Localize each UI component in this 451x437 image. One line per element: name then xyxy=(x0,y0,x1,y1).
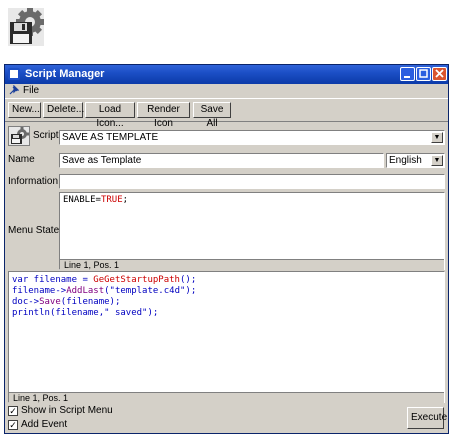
script-manager-window: Script Manager File New... Delete... Loa… xyxy=(4,64,449,434)
script-small-icon[interactable] xyxy=(8,126,30,146)
name-input[interactable]: Save as Template xyxy=(59,153,384,168)
minimize-icon xyxy=(404,76,410,78)
maximize-button[interactable] xyxy=(416,67,431,81)
code-line: filename->AddLast("template.c4d"); xyxy=(12,286,197,296)
delete-button[interactable]: Delete... xyxy=(43,102,84,118)
script-dropdown-value: SAVE AS TEMPLATE xyxy=(62,132,159,143)
code-line: doc->Save(filename); xyxy=(12,297,121,307)
code-value: TRUE xyxy=(100,195,123,205)
close-icon xyxy=(435,69,444,78)
menu-state-label: Menu State xyxy=(8,225,60,236)
pin-icon[interactable] xyxy=(9,85,19,95)
new-button[interactable]: New... xyxy=(8,102,41,118)
close-button[interactable] xyxy=(432,67,447,81)
editor-status: Line 1, Pos. 1 xyxy=(9,392,444,403)
information-label: Information xyxy=(8,176,59,187)
code-ident: ENABLE= xyxy=(63,195,101,205)
load-icon-button[interactable]: Load Icon... xyxy=(85,102,135,129)
language-dropdown[interactable]: English ▼ xyxy=(386,153,445,168)
add-event-label: Add Event xyxy=(21,419,68,430)
window-app-icon xyxy=(8,68,20,80)
window-title: Script Manager xyxy=(25,68,105,80)
name-label: Name xyxy=(8,154,35,165)
minimize-button[interactable] xyxy=(400,67,415,81)
language-dropdown-value: English xyxy=(389,155,422,166)
toolbar: New... Delete... Load Icon... Render Ico… xyxy=(5,98,448,129)
chevron-down-icon[interactable]: ▼ xyxy=(431,155,443,166)
render-icon-button[interactable]: Render Icon xyxy=(137,102,190,129)
script-label: Script xyxy=(33,130,59,141)
code-end: ; xyxy=(122,195,129,205)
maximize-icon xyxy=(419,69,428,78)
title-bar[interactable]: Script Manager xyxy=(5,65,448,84)
add-event-checkbox[interactable]: ✓ xyxy=(8,420,18,430)
execute-button[interactable]: Execute xyxy=(407,407,447,429)
script-icon-large xyxy=(8,8,44,46)
code-line: var filename = GeGetStartupPath(); xyxy=(12,275,197,285)
code-line: println(filename," saved"); xyxy=(12,308,159,318)
show-in-menu-label: Show in Script Menu xyxy=(21,405,113,416)
information-input[interactable] xyxy=(59,174,445,189)
script-dropdown[interactable]: SAVE AS TEMPLATE ▼ xyxy=(59,130,445,145)
menu-state-status: Line 1, Pos. 1 xyxy=(60,259,444,270)
show-in-menu-checkbox[interactable]: ✓ xyxy=(8,406,18,416)
save-all-button[interactable]: Save All xyxy=(193,102,231,129)
chevron-down-icon[interactable]: ▼ xyxy=(431,132,443,143)
code-editor[interactable]: var filename = GeGetStartupPath(); filen… xyxy=(8,271,445,403)
menu-file[interactable]: File xyxy=(23,84,39,97)
menu-bar: File xyxy=(5,84,448,97)
